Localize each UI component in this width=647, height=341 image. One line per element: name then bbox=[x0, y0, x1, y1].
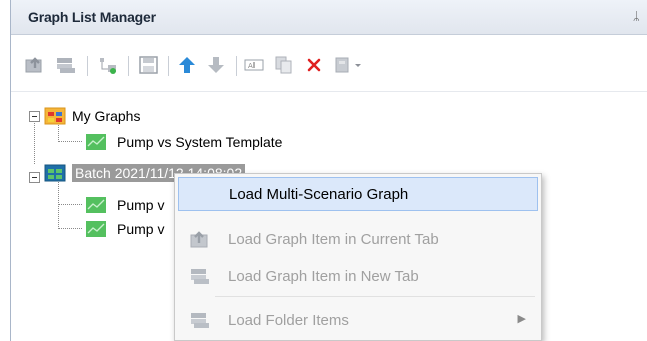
load-graph-new-tab-icon[interactable] bbox=[55, 54, 77, 76]
menu-item-load-multi-scenario-graph[interactable]: Load Multi-Scenario Graph bbox=[178, 177, 538, 211]
more-options-dropdown-icon[interactable] bbox=[333, 54, 367, 76]
menu-separator bbox=[215, 296, 535, 297]
menu-item-load-folder-items[interactable]: Load Folder Items ▶ bbox=[178, 303, 538, 337]
context-menu: Load Multi-Scenario Graph Load Graph Ite… bbox=[174, 173, 542, 341]
menu-item-label: Load Multi-Scenario Graph bbox=[229, 185, 409, 203]
panel-titlebar: Graph List Manager ᛦ bbox=[11, 0, 647, 35]
tree-item-graph[interactable]: Pump vs System Template bbox=[85, 131, 282, 153]
toolbar-separator bbox=[87, 56, 88, 76]
graph-folder-icon bbox=[44, 107, 66, 125]
menu-item-label: Load Graph Item in Current Tab bbox=[228, 230, 439, 248]
add-folder-icon[interactable] bbox=[97, 54, 119, 76]
pin-icon[interactable]: ᛦ bbox=[633, 9, 640, 23]
tree-item-label: Pump v bbox=[117, 197, 165, 213]
menu-item-label: Load Folder Items bbox=[228, 311, 349, 329]
load-current-tab-icon bbox=[190, 231, 208, 248]
toolbar-separator bbox=[128, 56, 129, 76]
line-graph-icon bbox=[86, 197, 106, 213]
rename-icon[interactable]: A bbox=[243, 54, 265, 76]
collapse-toggle[interactable] bbox=[29, 111, 40, 122]
toolbar: A bbox=[11, 36, 647, 92]
panel-title: Graph List Manager bbox=[28, 9, 156, 25]
move-down-icon[interactable] bbox=[205, 54, 227, 76]
toolbar-separator bbox=[168, 56, 169, 76]
tree-connector bbox=[58, 228, 82, 229]
line-graph-icon bbox=[86, 134, 106, 150]
tree-connector bbox=[34, 118, 35, 164]
tree-item-label: Pump v bbox=[117, 221, 165, 237]
save-graph-icon[interactable] bbox=[138, 54, 160, 76]
tree-folder-my-graphs[interactable]: My Graphs bbox=[44, 105, 140, 127]
menu-item-load-graph-new-tab[interactable]: Load Graph Item in New Tab bbox=[178, 259, 538, 293]
tree-item-graph[interactable]: Pump v bbox=[85, 218, 164, 240]
tree-connector bbox=[58, 204, 82, 205]
load-new-tab-icon bbox=[191, 269, 209, 284]
tree-folder-label: My Graphs bbox=[72, 108, 141, 124]
load-folder-items-icon bbox=[191, 313, 209, 328]
copy-icon[interactable] bbox=[273, 54, 295, 76]
line-graph-icon bbox=[86, 221, 106, 237]
toolbar-separator bbox=[236, 56, 237, 76]
submenu-arrow-icon: ▶ bbox=[517, 313, 526, 325]
tree-item-graph[interactable]: Pump v bbox=[85, 194, 164, 216]
tree-item-label: Pump vs System Template bbox=[117, 134, 283, 150]
move-up-icon[interactable] bbox=[176, 54, 198, 76]
delete-icon[interactable] bbox=[303, 54, 325, 76]
menu-item-label: Load Graph Item in New Tab bbox=[228, 267, 419, 285]
collapse-toggle[interactable] bbox=[29, 172, 40, 183]
svg-text:A: A bbox=[248, 62, 253, 70]
load-graph-current-tab-icon[interactable] bbox=[24, 54, 46, 76]
batch-folder-icon bbox=[44, 164, 66, 182]
menu-item-load-graph-current-tab[interactable]: Load Graph Item in Current Tab bbox=[178, 222, 538, 256]
tree-connector bbox=[58, 141, 82, 142]
